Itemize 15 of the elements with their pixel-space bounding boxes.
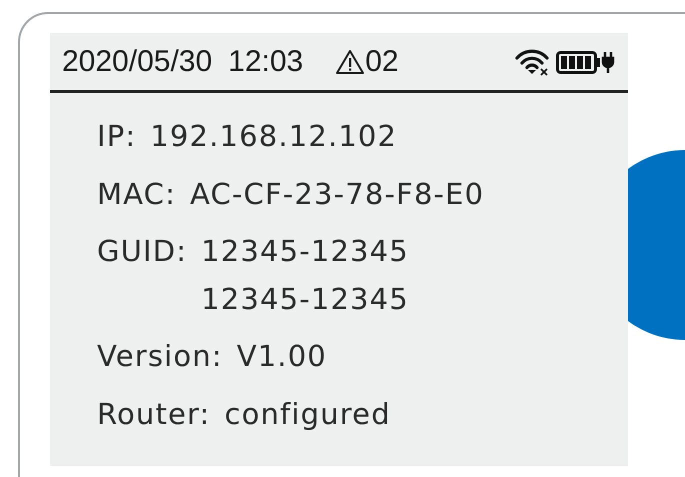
field-label: IP: [97,118,136,155]
field-value: 12345-12345 [201,233,409,270]
field-label: GUID: [97,233,188,270]
field-label: MAC: [97,176,176,212]
warning-icon [335,48,366,74]
field-value: AC-CF-23-78-F8-E0 [190,176,484,212]
time-text: 12:03 [228,44,304,80]
date-text: 2020/05/30 [62,44,212,80]
field-label: Version: [97,338,223,375]
field-value: configured [224,396,391,432]
field-value: V1.00 [236,338,327,375]
alert-count: 02 [365,44,399,80]
field-value: 192.168.12.102 [150,118,398,155]
field-value: 12345-12345 [201,280,409,318]
field-label: Router: [97,396,210,432]
